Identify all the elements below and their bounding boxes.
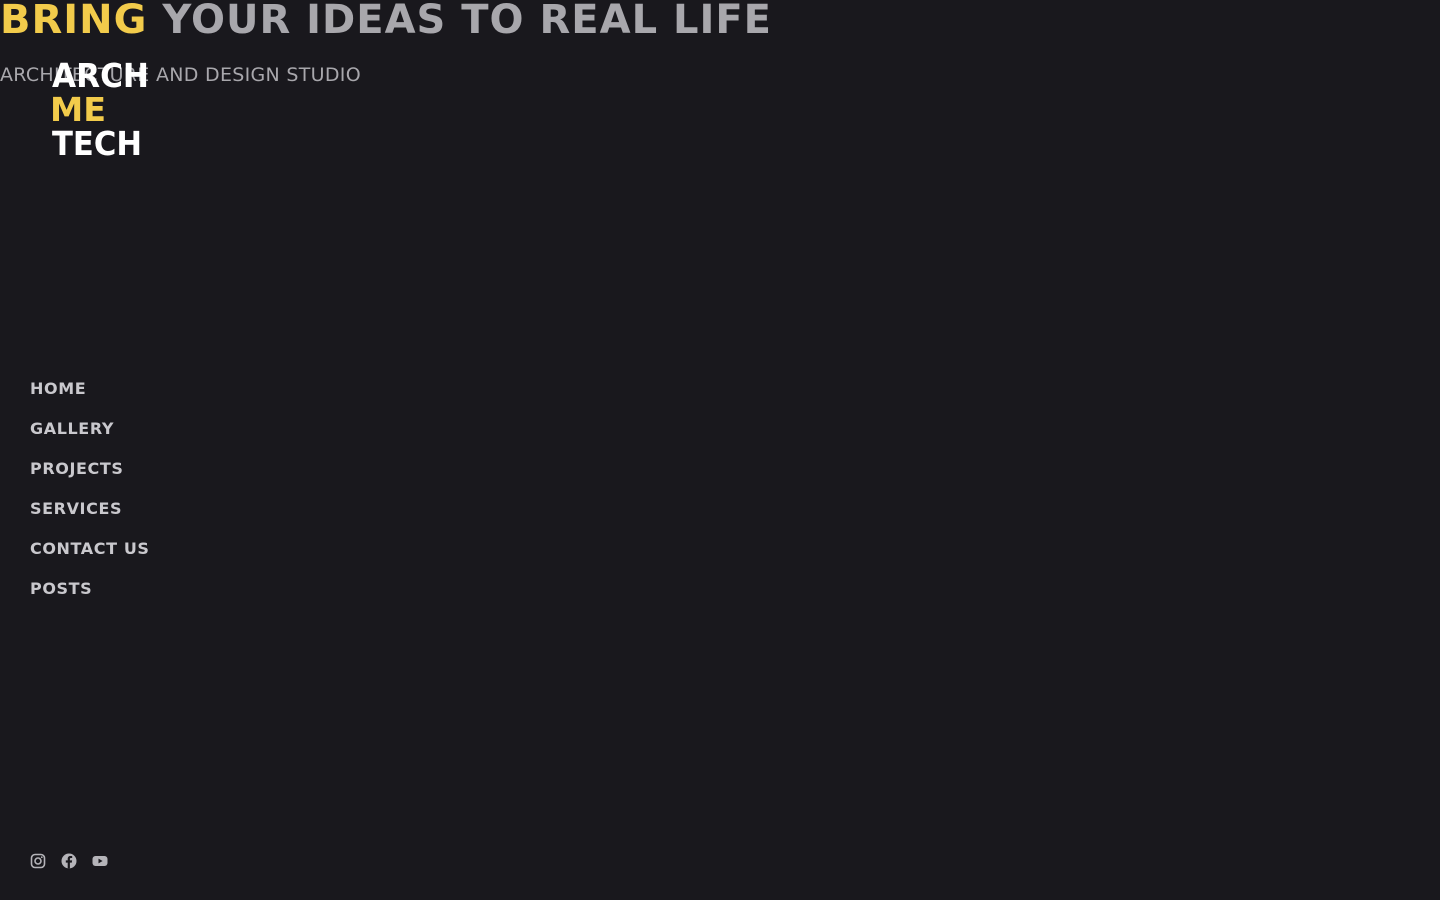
nav-link-projects[interactable]: PROJECTS [30, 456, 124, 482]
instagram-link[interactable] [30, 853, 46, 869]
nav-link-services[interactable]: SERVICES [30, 496, 122, 522]
hero-title: BRING YOUR IDEAS TO REAL LIFE [0, 0, 772, 42]
youtube-icon [92, 856, 108, 866]
nav-item-contact-us: CONTACT US [30, 536, 150, 576]
page: BRING YOUR IDEAS TO REAL LIFE ARCHITECTU… [0, 0, 1440, 900]
hero-title-rest: YOUR IDEAS TO REAL LIFE [162, 0, 773, 43]
main-nav: HOME GALLERY PROJECTS SERVICES CONTACT U… [30, 376, 150, 616]
nav-item-services: SERVICES [30, 496, 150, 536]
facebook-link[interactable] [61, 853, 77, 869]
social-links [30, 853, 108, 869]
nav-item-home: HOME [30, 376, 150, 416]
nav-item-posts: POSTS [30, 576, 150, 616]
nav-link-posts[interactable]: POSTS [30, 576, 92, 602]
facebook-icon [61, 853, 77, 869]
youtube-link[interactable] [92, 853, 108, 869]
logo-link[interactable]: ARCH ME TECH [50, 55, 160, 160]
instagram-icon [30, 853, 46, 869]
nav-item-projects: PROJECTS [30, 456, 150, 496]
nav-link-home[interactable]: HOME [30, 376, 86, 402]
nav-link-contact-us[interactable]: CONTACT US [30, 536, 150, 562]
archmetech-logo: ARCH ME TECH [50, 56, 149, 160]
logo-line-tech: TECH [52, 124, 142, 160]
nav-item-gallery: GALLERY [30, 416, 150, 456]
nav-link-gallery[interactable]: GALLERY [30, 416, 114, 442]
hero-title-accent: BRING [0, 0, 148, 43]
